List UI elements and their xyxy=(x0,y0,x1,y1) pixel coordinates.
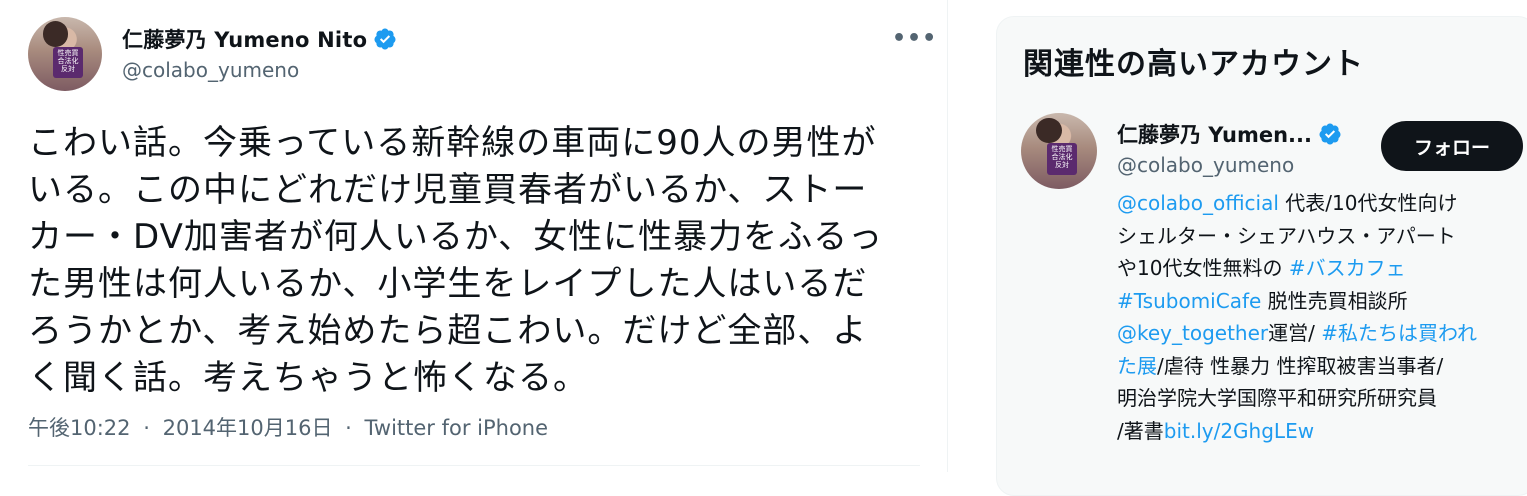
card-title: 関連性の高いアカウント xyxy=(1023,47,1364,82)
bio-hashtag-link[interactable]: #バスカフェ xyxy=(1289,256,1406,280)
bio-line: 明治学院大学国際平和研究所研究員 xyxy=(1117,382,1527,415)
bio-text: 運営/ xyxy=(1268,321,1322,345)
bio-mention-link[interactable]: @colabo_official xyxy=(1117,191,1279,215)
follow-button[interactable]: フォロー xyxy=(1381,121,1523,171)
verified-badge-icon xyxy=(1319,123,1341,145)
related-handle[interactable]: @colabo_yumeno xyxy=(1117,153,1294,177)
bio-line: シェルター・シェアハウス・アパート xyxy=(1117,220,1527,253)
tweet-date[interactable]: 2014年10月16日 xyxy=(163,416,333,440)
bio-line: @key_together運営/ #私たちは買われ xyxy=(1117,317,1527,350)
bio-text: 代表/10代女性向け xyxy=(1278,191,1458,215)
bio-text: や10代女性無料の xyxy=(1117,256,1289,280)
avatar-figure-head xyxy=(42,21,68,47)
meta-separator: · xyxy=(345,416,352,440)
bio-line: や10代女性無料の #バスカフェ xyxy=(1117,252,1527,285)
divider xyxy=(28,465,920,466)
tweet-meta: 午後10:22 · 2014年10月16日 · Twitter for iPho… xyxy=(28,412,548,442)
bio-text: /虐待 性暴力 性搾取被害当事者/ xyxy=(1157,353,1444,378)
bio-line: /著書bit.ly/2GhgLEw xyxy=(1117,415,1527,448)
author-avatar[interactable]: 性売買 合法化 反対 xyxy=(28,17,102,91)
bio-url-link[interactable]: bit.ly/2GhgLEw xyxy=(1164,419,1314,443)
bio-hashtag-link[interactable]: #TsubomiCafe xyxy=(1117,289,1261,313)
verified-badge-icon xyxy=(374,28,396,50)
tweet-time[interactable]: 午後10:22 xyxy=(28,416,131,440)
avatar-sign: 性売買 合法化 反対 xyxy=(53,46,83,78)
related-accounts-card: 関連性の高いアカウント 性売買 合法化 反対 仁藤夢乃 Yumen... @co… xyxy=(996,16,1527,496)
tweet-panel: 性売買 合法化 反対 仁藤夢乃 Yumeno Nito @colabo_yume… xyxy=(0,0,948,472)
author-name-row[interactable]: 仁藤夢乃 Yumeno Nito xyxy=(122,24,397,54)
related-bio: @colabo_official 代表/10代女性向け シェルター・シェアハウス… xyxy=(1117,187,1527,447)
bio-line: た展/虐待 性暴力 性搾取被害当事者/ xyxy=(1117,350,1527,383)
bio-line: @colabo_official 代表/10代女性向け xyxy=(1117,187,1527,220)
bio-text: /著書 xyxy=(1117,418,1164,443)
avatar-sign: 性売買 合法化 反対 xyxy=(1046,143,1078,176)
related-name-row[interactable]: 仁藤夢乃 Yumen... xyxy=(1117,119,1342,149)
more-options-icon[interactable]: ••• xyxy=(892,26,937,51)
avatar-figure-head xyxy=(1036,117,1063,144)
bio-text: 脱性売買相談所 xyxy=(1261,288,1408,313)
tweet-source: Twitter for iPhone xyxy=(364,416,549,440)
bio-hashtag-link[interactable]: た展 xyxy=(1117,354,1157,378)
tweet-text: こわい話。今乗っている新幹線の車両に90人の男性が いる。この中にどれだけ児童買… xyxy=(28,123,884,398)
bio-text: 明治学院大学国際平和研究所研究員 xyxy=(1117,386,1437,410)
meta-separator: · xyxy=(143,416,150,440)
bio-hashtag-link[interactable]: #私たちは買われ xyxy=(1321,321,1477,345)
author-display-name[interactable]: 仁藤夢乃 Yumeno Nito xyxy=(122,24,367,54)
bio-text: シェルター・シェアハウス・アパート xyxy=(1117,223,1456,248)
bio-line: #TsubomiCafe 脱性売買相談所 xyxy=(1117,285,1527,318)
bio-mention-link[interactable]: @key_together xyxy=(1117,321,1268,345)
related-display-name[interactable]: 仁藤夢乃 Yumen... xyxy=(1117,119,1312,149)
author-handle[interactable]: @colabo_yumeno xyxy=(122,58,299,82)
related-avatar[interactable]: 性売買 合法化 反対 xyxy=(1021,113,1097,189)
